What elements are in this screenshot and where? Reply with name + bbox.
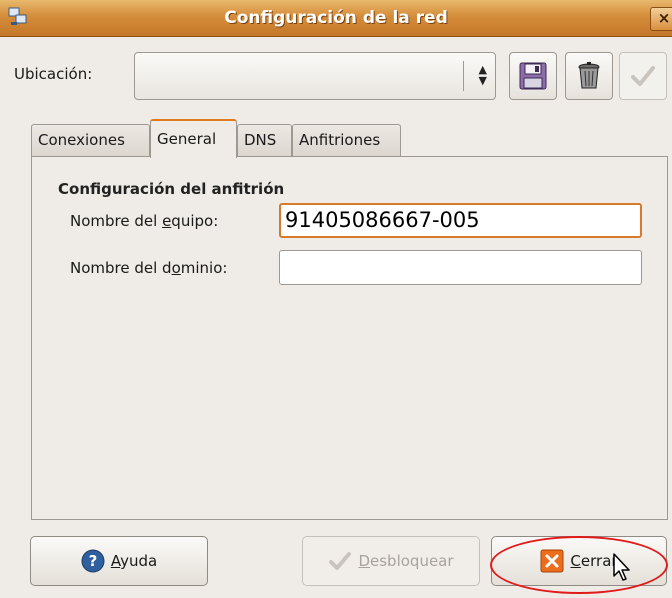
unlock-label: Desbloquear	[358, 552, 454, 570]
floppy-icon	[519, 62, 547, 90]
location-label: Ubicación:	[14, 65, 93, 83]
combo-separator	[463, 61, 464, 91]
check-icon	[631, 66, 655, 86]
mouse-pointer-icon	[613, 553, 630, 581]
help-label: Ayuda	[110, 552, 158, 570]
close-button[interactable]: Cerrar	[491, 536, 667, 586]
apply-location-button[interactable]	[619, 52, 667, 100]
unlock-button[interactable]: Desbloquear	[302, 536, 480, 586]
tab-general[interactable]: General	[150, 119, 237, 158]
tab-dns[interactable]: DNS	[237, 124, 292, 156]
svg-text:?: ?	[88, 552, 97, 570]
close-x-icon	[540, 549, 564, 573]
help-button[interactable]: ? Ayuda	[30, 536, 208, 586]
hostname-label: Nombre del equipo:	[70, 212, 219, 230]
section-title: Configuración del anfitrión	[58, 180, 285, 198]
domain-input[interactable]	[279, 250, 642, 285]
tab-anfitriones[interactable]: Anfitriones	[292, 124, 401, 156]
location-combo[interactable]: ▲ ▼	[134, 52, 496, 100]
trash-icon	[578, 62, 600, 89]
combo-arrows-icon: ▲ ▼	[478, 63, 487, 87]
save-location-button[interactable]	[509, 52, 557, 100]
delete-location-button[interactable]	[565, 52, 613, 100]
title-bar[interactable]: Configuración de la red ×	[0, 0, 672, 37]
help-icon: ?	[81, 549, 105, 573]
window-title: Configuración de la red	[224, 8, 448, 28]
close-window-button[interactable]: ×	[650, 7, 672, 31]
hostname-input[interactable]: 91405086667-005	[279, 203, 642, 238]
domain-label: Nombre del dominio:	[70, 259, 228, 277]
check-icon	[329, 552, 352, 570]
tab-conexiones[interactable]: Conexiones	[31, 124, 150, 156]
